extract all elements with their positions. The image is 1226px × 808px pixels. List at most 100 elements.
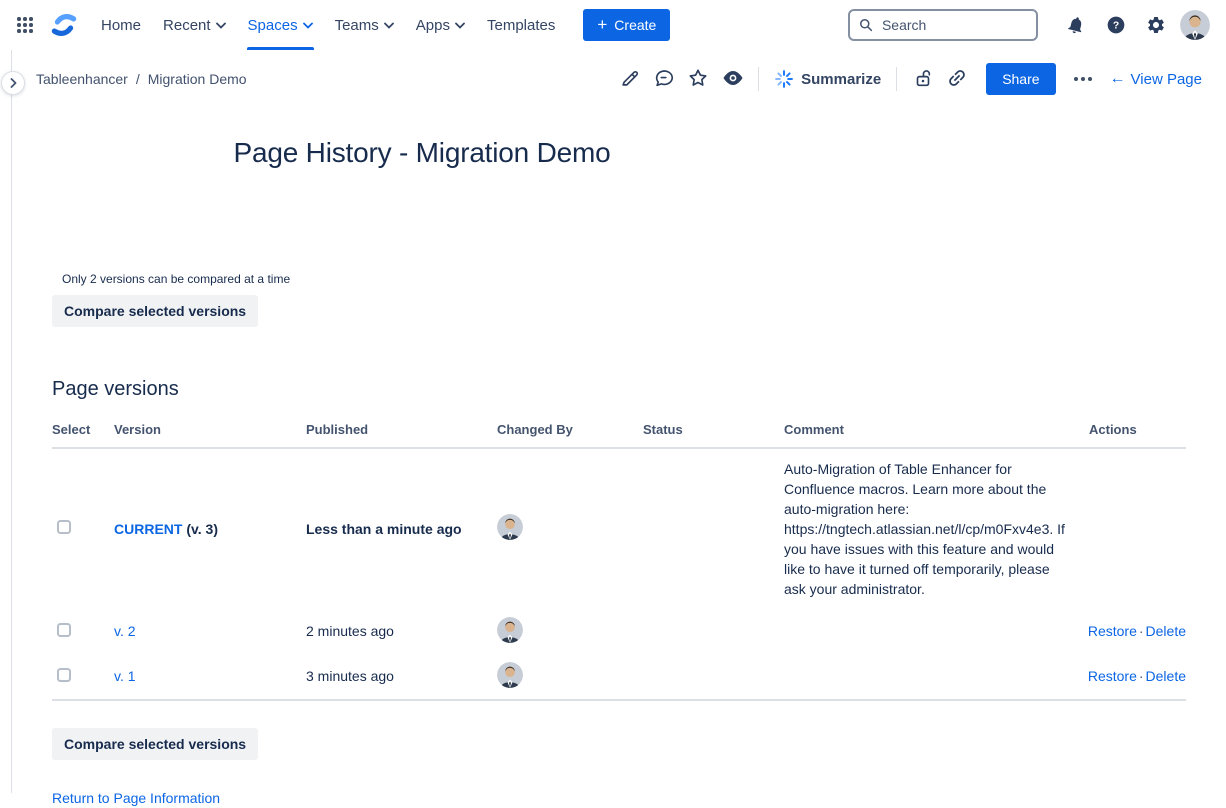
version-suffix: (v. 3) xyxy=(182,521,218,537)
page-versions-heading: Page versions xyxy=(52,377,1202,401)
restore-link[interactable]: Restore xyxy=(1088,668,1137,684)
confluence-logo[interactable] xyxy=(44,5,84,45)
comment-cell xyxy=(784,654,1074,700)
edit-button[interactable] xyxy=(613,63,647,95)
actions-cell xyxy=(1074,448,1186,609)
compare-selected-versions-button-bottom[interactable]: Compare selected versions xyxy=(52,728,258,760)
published-cell: Less than a minute ago xyxy=(306,448,497,609)
confluence-logo-icon xyxy=(50,10,78,40)
breadcrumb-separator: / xyxy=(136,71,140,87)
summarize-button[interactable]: Summarize xyxy=(768,63,887,95)
share-button[interactable]: Share xyxy=(986,63,1055,95)
column-header-select: Select xyxy=(52,418,114,448)
app-switcher-button[interactable] xyxy=(10,9,40,41)
nav-item-templates[interactable]: Templates xyxy=(476,0,566,50)
status-cell xyxy=(643,448,784,609)
status-cell xyxy=(643,654,784,700)
version-row-current: CURRENT (v. 3) Less than a minute ago Au… xyxy=(52,448,1186,609)
notifications-button[interactable] xyxy=(1060,9,1092,41)
column-header-actions: Actions xyxy=(1074,418,1186,448)
page-history-content: Page History - Migration Demo Only 2 ver… xyxy=(12,136,1226,808)
settings-button[interactable] xyxy=(1140,9,1172,41)
svg-text:?: ? xyxy=(1113,21,1119,32)
back-arrow-icon: ← xyxy=(1110,71,1126,87)
page-toolbar: Summarize Share xyxy=(613,63,1202,95)
delete-link[interactable]: Delete xyxy=(1146,668,1186,684)
create-button[interactable]: + Create xyxy=(583,9,670,41)
user-avatar-image xyxy=(1180,10,1210,40)
comment-cell: Auto-Migration of Table Enhancer for Con… xyxy=(784,448,1074,609)
version-link[interactable]: v. 1 xyxy=(114,668,136,684)
chevron-right-icon xyxy=(9,78,18,88)
nav-item-apps[interactable]: Apps xyxy=(405,0,476,50)
version-link[interactable]: CURRENT xyxy=(114,521,182,537)
nav-item-teams[interactable]: Teams xyxy=(324,0,405,50)
comment-icon xyxy=(653,67,675,89)
eye-icon xyxy=(721,66,745,90)
sidebar-rail xyxy=(0,50,12,793)
more-actions-button[interactable] xyxy=(1066,63,1100,95)
chevron-down-icon xyxy=(455,22,465,29)
actions-cell: Restore·Delete xyxy=(1074,654,1186,700)
changed-by-avatar xyxy=(497,514,523,540)
published-cell: 2 minutes ago xyxy=(306,609,497,654)
version-checkbox[interactable] xyxy=(57,668,71,682)
question-icon: ? xyxy=(1106,13,1126,37)
view-page-link[interactable]: ← View Page xyxy=(1110,71,1202,88)
column-header-version: Version xyxy=(114,418,306,448)
breadcrumb: Tableenhancer / Migration Demo xyxy=(36,71,247,87)
pencil-icon xyxy=(619,67,641,89)
comments-button[interactable] xyxy=(647,63,681,95)
share-button-label: Share xyxy=(1002,71,1039,87)
view-page-label: View Page xyxy=(1131,71,1202,88)
page-versions-table: Select Version Published Changed By Stat… xyxy=(52,418,1186,701)
nav-item-label: Teams xyxy=(335,17,379,34)
action-separator: · xyxy=(1139,623,1144,639)
user-avatar[interactable] xyxy=(1180,10,1210,40)
sidebar-expand-button[interactable] xyxy=(1,71,25,95)
breadcrumb-space-link[interactable]: Tableenhancer xyxy=(36,71,128,87)
compare-note: Only 2 versions can be compared at a tim… xyxy=(62,272,1202,286)
column-header-published: Published xyxy=(306,418,497,448)
restore-link[interactable]: Restore xyxy=(1088,623,1137,639)
action-separator: · xyxy=(1139,668,1144,684)
column-header-comment: Comment xyxy=(784,418,1074,448)
nav-item-label: Templates xyxy=(487,17,555,34)
return-to-page-information-link[interactable]: Return to Page Information xyxy=(52,790,220,806)
column-header-status: Status xyxy=(643,418,784,448)
search-box[interactable] xyxy=(848,9,1038,41)
topnav-right: ? xyxy=(848,9,1210,41)
nav-item-label: Home xyxy=(101,17,141,34)
nav-item-label: Spaces xyxy=(248,17,298,34)
watch-button[interactable] xyxy=(715,63,749,95)
breadcrumb-page-link[interactable]: Migration Demo xyxy=(148,71,247,87)
nav-item-recent[interactable]: Recent xyxy=(152,0,237,50)
favorite-button[interactable] xyxy=(681,63,715,95)
compare-selected-versions-button-top[interactable]: Compare selected versions xyxy=(52,295,258,327)
delete-link[interactable]: Delete xyxy=(1146,623,1186,639)
version-link[interactable]: v. 2 xyxy=(114,623,136,639)
version-row-1: v. 1 3 minutes ago Restore·Delete xyxy=(52,654,1186,700)
ai-sparkle-icon xyxy=(774,69,794,89)
search-input[interactable] xyxy=(880,16,1027,34)
copy-link-button[interactable] xyxy=(940,63,974,95)
top-navigation: Home Recent Spaces Teams Apps Templates … xyxy=(0,0,1226,50)
restrictions-button[interactable] xyxy=(906,63,940,95)
table-header-row: Select Version Published Changed By Stat… xyxy=(52,418,1186,448)
chevron-down-icon xyxy=(216,22,226,29)
bell-icon xyxy=(1066,14,1086,36)
toolbar-divider xyxy=(758,67,759,91)
nav-item-spaces[interactable]: Spaces xyxy=(237,0,324,50)
app-grid-icon xyxy=(17,17,33,33)
star-icon xyxy=(687,67,709,89)
help-button[interactable]: ? xyxy=(1100,9,1132,41)
published-cell: 3 minutes ago xyxy=(306,654,497,700)
version-checkbox[interactable] xyxy=(57,623,71,637)
changed-by-avatar xyxy=(497,617,523,643)
gear-icon xyxy=(1146,14,1166,36)
chevron-down-icon xyxy=(303,22,313,29)
plus-icon: + xyxy=(597,16,607,33)
nav-item-home[interactable]: Home xyxy=(90,0,152,50)
unlock-icon xyxy=(912,67,934,89)
version-checkbox[interactable] xyxy=(57,520,71,534)
